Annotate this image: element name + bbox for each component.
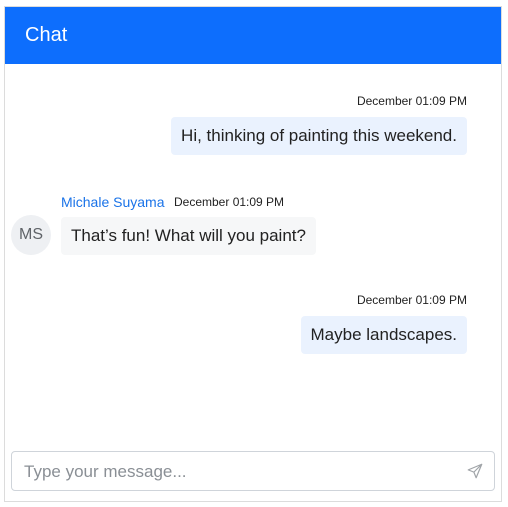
- message-timestamp: December 01:09 PM: [356, 293, 467, 307]
- avatar: MS: [11, 215, 51, 255]
- chat-window: Chat December 01:09 PM Hi, thinking of p…: [4, 6, 502, 502]
- message-composer: [11, 451, 495, 492]
- chat-header: Chat: [5, 7, 501, 64]
- message-bubble-outgoing: Maybe landscapes.: [300, 316, 467, 354]
- chat-title: Chat: [25, 24, 68, 46]
- message-input[interactable]: [22, 452, 456, 492]
- message-timestamp: December 01:09 PM: [174, 195, 285, 209]
- message-bubble-outgoing: Hi, thinking of painting this weekend.: [171, 117, 467, 155]
- message-bubble-incoming: That’s fun! What will you paint?: [61, 217, 316, 255]
- send-icon[interactable]: [466, 462, 484, 480]
- message-author[interactable]: Michale Suyama: [61, 194, 165, 210]
- message-timestamp: December 01:09 PM: [356, 94, 467, 108]
- avatar-initials: MS: [19, 226, 43, 243]
